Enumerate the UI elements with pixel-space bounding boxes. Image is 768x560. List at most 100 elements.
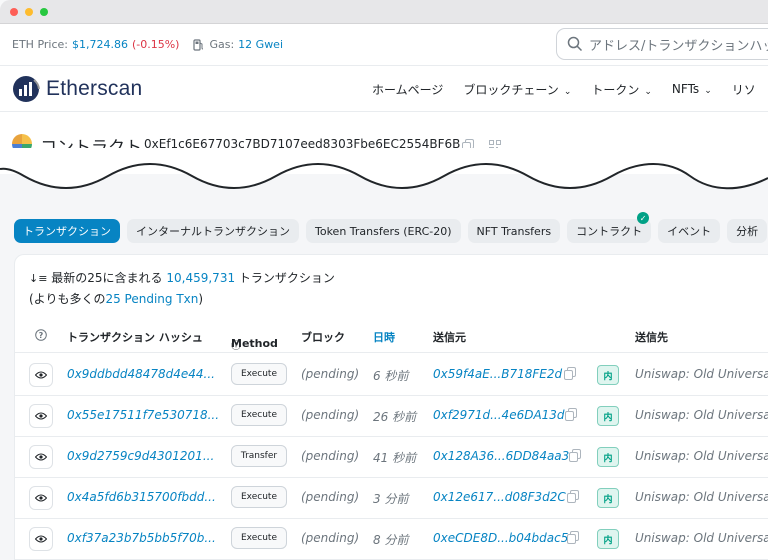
to-address-link[interactable]: Uniswap: Old Universa... bbox=[635, 490, 768, 504]
logo-text: Etherscan bbox=[46, 77, 143, 100]
sort-icon: ↓≡ bbox=[29, 272, 48, 285]
direction-badge: 内 bbox=[597, 447, 619, 467]
tx-hash-link[interactable]: 0x9d2759c9d4301201... bbox=[67, 449, 214, 463]
table-row: 0x9ddbdd48478d4e44... Execute (pending) … bbox=[15, 354, 768, 396]
to-address-link[interactable]: Uniswap: Old Universa... bbox=[635, 449, 768, 463]
eye-icon[interactable] bbox=[29, 404, 53, 428]
direction-badge: 内 bbox=[597, 529, 619, 549]
tx-hash-link[interactable]: 0xf37a23b7b5bb5f70b... bbox=[67, 531, 216, 545]
pending-suffix: ) bbox=[198, 292, 204, 306]
help-icon[interactable]: ? bbox=[35, 329, 47, 344]
info-icon[interactable]: ⓘ bbox=[231, 337, 241, 352]
svg-text:?: ? bbox=[39, 331, 44, 340]
nav-item-home[interactable]: ホームページ bbox=[372, 81, 443, 98]
browser-window: ETH Price: $1,724.86 (-0.15%) Gas: 12 Gw… bbox=[0, 0, 768, 560]
maximize-window-button[interactable] bbox=[40, 7, 48, 16]
pending-prefix: (よりも多くの bbox=[29, 292, 106, 306]
chevron-down-icon: ⌄ bbox=[704, 86, 712, 96]
eth-price-change: (-0.15%) bbox=[131, 38, 180, 51]
block-cell: (pending) bbox=[301, 408, 360, 422]
block-cell: (pending) bbox=[301, 367, 360, 381]
gas-value[interactable]: 12 Gwei bbox=[238, 38, 283, 51]
search-input[interactable]: アドレス/トランザクションハッシ bbox=[556, 28, 768, 60]
transactions-summary: ↓≡ 最新の25に含まれる 10,459,731 トランザクション (よりも多く… bbox=[29, 268, 335, 309]
table-header: ? トランザクション ハッシュ Method ⓘ ブロック 日時 送信元 送信先 bbox=[15, 321, 768, 353]
torn-edge-divider bbox=[0, 148, 768, 190]
tab-transactions[interactable]: トランザクション bbox=[14, 219, 120, 243]
column-header-block: ブロック bbox=[301, 331, 345, 344]
tab-contract[interactable]: コントラクト ✓ bbox=[567, 212, 652, 243]
block-cell: (pending) bbox=[301, 449, 360, 463]
direction-badge: 内 bbox=[597, 406, 619, 426]
table-row: 0xf37a23b7b5bb5f70b... Execute (pending)… bbox=[15, 518, 768, 560]
eth-price-label: ETH Price: bbox=[12, 38, 68, 51]
etherscan-logo[interactable]: Etherscan bbox=[12, 75, 142, 103]
gas-pump-icon bbox=[193, 38, 204, 51]
copy-icon[interactable] bbox=[565, 408, 577, 424]
from-address-link[interactable]: 0x59f4aE...B718FE2d bbox=[433, 367, 562, 381]
chevron-down-icon: ⌄ bbox=[563, 86, 572, 97]
to-address-link[interactable]: Uniswap: Old Universa... bbox=[635, 408, 768, 422]
tab-nft-transfers[interactable]: NFT Transfers bbox=[467, 219, 561, 243]
tab-token-transfers[interactable]: Token Transfers (ERC-20) bbox=[306, 219, 461, 243]
contract-tabs: トランザクション インターナルトランザクション Token Transfers … bbox=[14, 212, 768, 243]
column-header-age[interactable]: 日時 bbox=[373, 329, 395, 345]
window-titlebar bbox=[0, 0, 768, 24]
gas-label: Gas: bbox=[209, 38, 235, 51]
copy-icon[interactable] bbox=[569, 449, 581, 465]
nav-item-blockchain[interactable]: ブロックチェーン ⌄ bbox=[463, 81, 571, 98]
etherscan-logo-icon bbox=[12, 75, 40, 103]
eth-price-value[interactable]: $1,724.86 bbox=[72, 38, 128, 51]
copy-icon[interactable] bbox=[564, 367, 576, 383]
method-badge: Transfer bbox=[231, 445, 287, 467]
eye-icon[interactable] bbox=[29, 363, 53, 387]
column-header-from: 送信元 bbox=[433, 331, 466, 344]
age-cell: 41 秒前 bbox=[373, 451, 417, 465]
nav-menu: ホームページ ブロックチェーン ⌄ トークン ⌄ NFTs ⌄ リソ bbox=[372, 66, 756, 112]
age-cell: 3 分前 bbox=[373, 492, 409, 506]
tx-hash-link[interactable]: 0x55e17511f7e530718... bbox=[67, 408, 219, 422]
method-badge: Execute bbox=[231, 363, 287, 385]
main-navbar: Etherscan ホームページ ブロックチェーン ⌄ トークン ⌄ NFTs ⌄ リ… bbox=[0, 66, 768, 112]
pending-txn-link[interactable]: 25 Pending Txn bbox=[105, 292, 198, 306]
tab-events[interactable]: イベント bbox=[658, 219, 721, 243]
search-placeholder: アドレス/トランザクションハッシ bbox=[589, 38, 768, 54]
summary-prefix: 最新の25に含まれる bbox=[51, 271, 163, 285]
tab-analytics[interactable]: 分析 bbox=[727, 219, 768, 243]
age-cell: 26 秒前 bbox=[373, 410, 417, 424]
column-header-to: 送信先 bbox=[635, 331, 668, 344]
tx-hash-link[interactable]: 0x4a5fd6b315700fbdd... bbox=[67, 490, 216, 504]
table-row: 0x55e17511f7e530718... Execute (pending)… bbox=[15, 395, 768, 437]
nav-item-resources[interactable]: リソ bbox=[732, 81, 756, 98]
close-window-button[interactable] bbox=[10, 7, 18, 16]
summary-suffix: トランザクション bbox=[238, 271, 335, 285]
table-row: 0x9d2759c9d4301201... Transfer (pending)… bbox=[15, 436, 768, 478]
from-address-link[interactable]: 0x128A36...6DD84aa3 bbox=[433, 449, 569, 463]
total-tx-count-link[interactable]: 10,459,731 bbox=[166, 271, 235, 285]
nav-item-nfts[interactable]: NFTs ⌄ bbox=[672, 82, 712, 96]
direction-badge: 内 bbox=[597, 488, 619, 508]
to-address-link[interactable]: Uniswap: Old Universa... bbox=[635, 531, 768, 545]
method-badge: Execute bbox=[231, 486, 287, 508]
method-badge: Execute bbox=[231, 404, 287, 426]
copy-icon[interactable] bbox=[567, 531, 579, 547]
eye-icon[interactable] bbox=[29, 486, 53, 510]
eye-icon[interactable] bbox=[29, 527, 53, 551]
copy-icon[interactable] bbox=[567, 490, 579, 506]
from-address-link[interactable]: 0xf2971d...4e6DA13d bbox=[433, 408, 565, 422]
search-icon bbox=[567, 36, 583, 52]
age-cell: 8 分前 bbox=[373, 533, 409, 547]
stats-bar: ETH Price: $1,724.86 (-0.15%) Gas: 12 Gw… bbox=[0, 24, 768, 66]
minimize-window-button[interactable] bbox=[25, 7, 33, 16]
eye-icon[interactable] bbox=[29, 445, 53, 469]
block-cell: (pending) bbox=[301, 490, 360, 504]
from-address-link[interactable]: 0x12e617...d08F3d2C bbox=[433, 490, 566, 504]
method-badge: Execute bbox=[231, 527, 287, 549]
nav-item-tokens[interactable]: トークン ⌄ bbox=[591, 81, 652, 98]
block-cell: (pending) bbox=[301, 531, 360, 545]
tx-hash-link[interactable]: 0x9ddbdd48478d4e44... bbox=[67, 367, 215, 381]
tab-internal-transactions[interactable]: インターナルトランザクション bbox=[127, 219, 299, 243]
table-row: 0x4a5fd6b315700fbdd... Execute (pending)… bbox=[15, 477, 768, 519]
to-address-link[interactable]: Uniswap: Old Universa... bbox=[635, 367, 768, 381]
from-address-link[interactable]: 0xeCDE8D...b04bdac5 bbox=[433, 531, 568, 545]
